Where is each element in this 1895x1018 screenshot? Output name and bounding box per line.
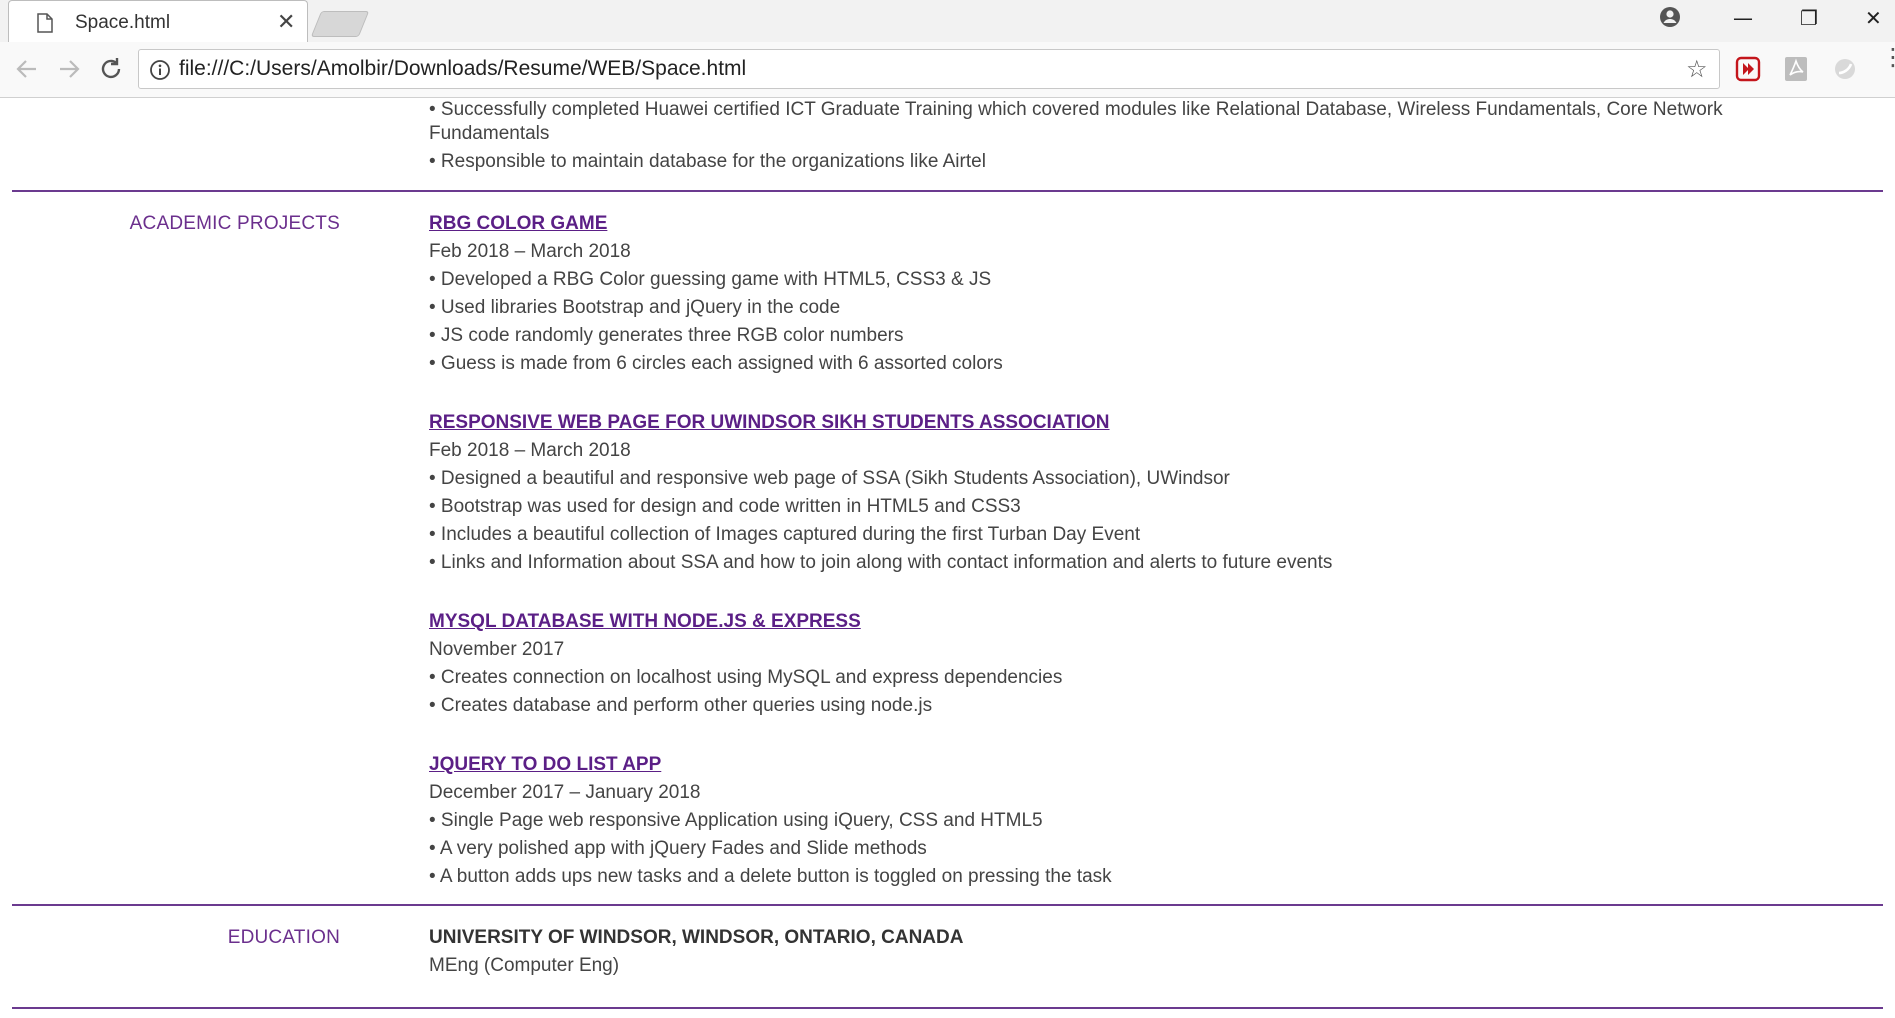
window-close-button[interactable]: ✕ (1865, 6, 1882, 30)
info-icon[interactable] (149, 59, 171, 85)
list-item: • Creates connection on localhost using … (429, 667, 1063, 688)
project-title-link[interactable]: RESPONSIVE WEB PAGE FOR UWINDSOR SIKH ST… (429, 412, 1110, 434)
list-item: • Guess is made from 6 circles each assi… (429, 353, 1003, 374)
minimize-button[interactable]: — (1733, 6, 1753, 30)
list-item: • Single Page web responsive Application… (429, 810, 1043, 831)
forward-arrow-icon[interactable] (56, 56, 82, 86)
list-item: • Bootstrap was used for design and code… (429, 496, 1021, 517)
profile-icon[interactable] (1659, 6, 1681, 32)
list-item: • A very polished app with jQuery Fades … (429, 838, 927, 859)
list-item: • JS code randomly generates three RGB c… (429, 325, 904, 346)
tab-strip: Space.html ✕ — ❐ ✕ (0, 0, 1895, 42)
bookmark-star-icon[interactable]: ☆ (1686, 55, 1708, 83)
resume-page: • Successfully completed Huawei certifie… (0, 98, 1895, 1018)
project-dates: Feb 2018 – March 2018 (429, 440, 631, 461)
address-bar[interactable]: file:///C:/Users/Amolbir/Downloads/Resum… (138, 49, 1720, 89)
education-school: UNIVERSITY OF WINDSOR, WINDSOR, ONTARIO,… (429, 927, 964, 948)
reload-icon[interactable] (98, 56, 124, 86)
section-divider (12, 190, 1883, 192)
list-item: • Used libraries Bootstrap and jQuery in… (429, 297, 841, 318)
list-item: • Designed a beautiful and responsive we… (429, 468, 1230, 489)
list-item: Fundamentals (429, 123, 550, 144)
section-divider (12, 904, 1883, 906)
menu-kebab-icon[interactable]: ⋮ (1881, 45, 1895, 69)
project-dates: November 2017 (429, 639, 565, 660)
list-item: • Responsible to maintain database for t… (429, 151, 986, 172)
tab-close-icon[interactable]: ✕ (277, 10, 295, 35)
project-title-link[interactable]: MYSQL DATABASE WITH NODE.JS & EXPRESS (429, 611, 861, 633)
section-label-academic-projects: ACADEMIC PROJECTS (129, 213, 340, 234)
project-title-link[interactable]: JQUERY TO DO LIST APP (429, 754, 661, 776)
acrobat-icon[interactable] (1784, 56, 1808, 86)
list-item: • Links and Information about SSA and ho… (429, 552, 1333, 573)
education-degree: MEng (Computer Eng) (429, 955, 620, 976)
project-title-link[interactable]: RBG COLOR GAME (429, 213, 607, 235)
list-item: • Includes a beautiful collection of Ima… (429, 524, 1141, 545)
list-item: • A button adds ups new tasks and a dele… (429, 866, 1112, 887)
list-item: • Successfully completed Huawei certifie… (429, 99, 1723, 120)
url-text[interactable]: file:///C:/Users/Amolbir/Downloads/Resum… (179, 57, 746, 81)
browser-toolbar: file:///C:/Users/Amolbir/Downloads/Resum… (0, 42, 1895, 98)
extension-red-icon[interactable] (1735, 56, 1761, 86)
section-label-education: EDUCATION (227, 927, 340, 948)
extension-swirl-icon[interactable] (1832, 56, 1858, 86)
list-item: • Developed a RBG Color guessing game wi… (429, 269, 992, 290)
tab-title: Space.html (75, 12, 171, 33)
list-item: • Creates database and perform other que… (429, 695, 933, 716)
section-divider (12, 1007, 1883, 1009)
project-dates: December 2017 – January 2018 (429, 782, 701, 803)
page-icon (37, 13, 53, 37)
new-tab-button[interactable] (310, 11, 370, 37)
restore-button[interactable]: ❐ (1800, 6, 1818, 30)
back-arrow-icon[interactable] (14, 56, 40, 86)
project-dates: Feb 2018 – March 2018 (429, 241, 631, 262)
browser-tab[interactable]: Space.html ✕ (8, 0, 308, 42)
